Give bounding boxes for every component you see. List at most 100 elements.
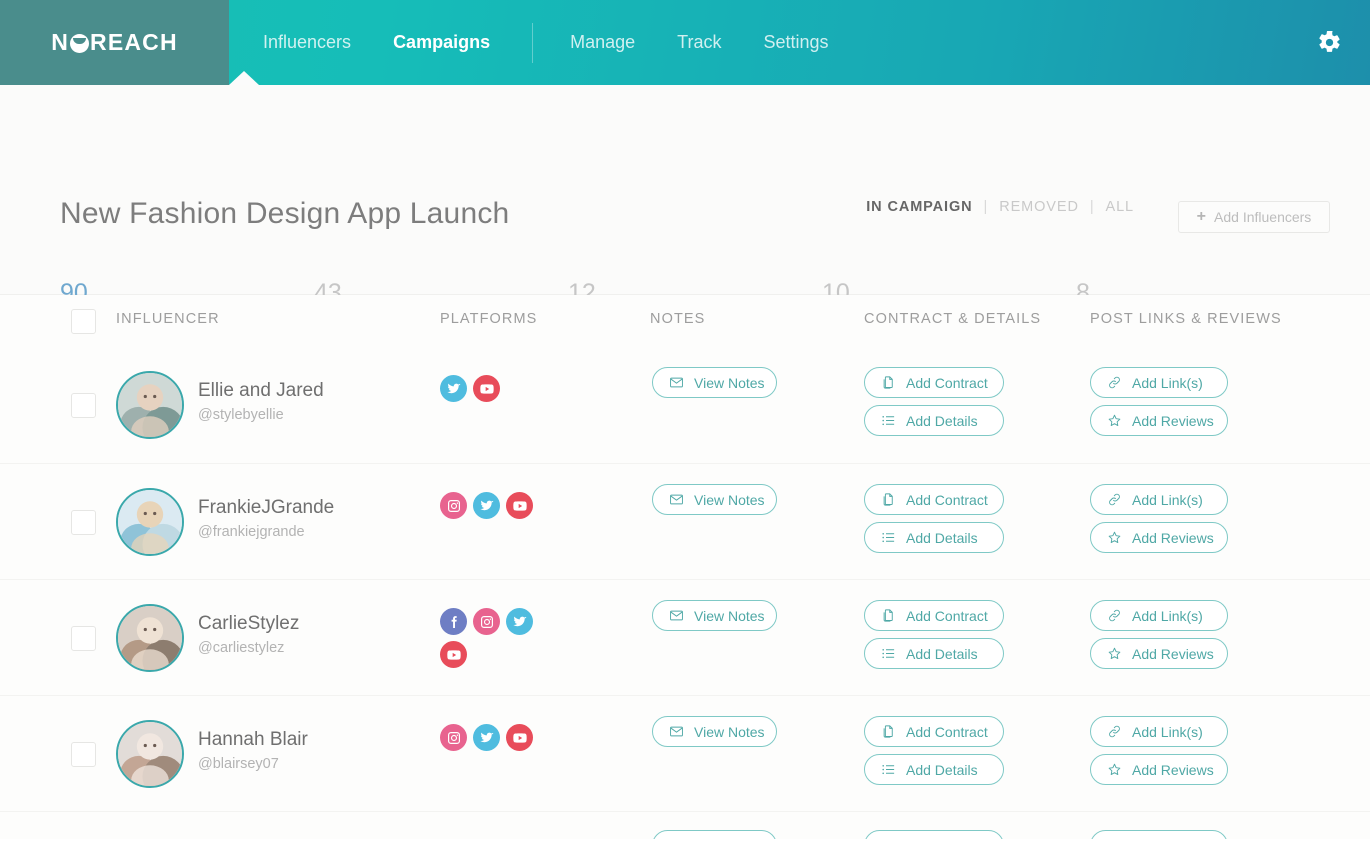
- twitter-icon: [446, 381, 462, 397]
- nav-item-campaigns[interactable]: Campaigns: [393, 32, 490, 53]
- filter-divider-1: |: [984, 199, 989, 215]
- contract-document-icon: [881, 492, 896, 507]
- select-all-checkbox[interactable]: [71, 309, 96, 334]
- add-links-button[interactable]: Add Link(s): [1090, 600, 1228, 631]
- platform-instagram-button[interactable]: [440, 492, 467, 519]
- add-reviews-label: Add Reviews: [1132, 762, 1214, 778]
- logo[interactable]: N REACH: [0, 0, 229, 85]
- top-navigation-bar: N REACH Influencers Campaigns Manage Tra…: [0, 0, 1370, 85]
- platform-youtube-button[interactable]: [440, 641, 467, 668]
- contr-button-partial[interactable]: Add Contract: [864, 830, 1004, 839]
- envelope-icon: [669, 375, 684, 390]
- view-notes-label: View Notes: [694, 375, 765, 391]
- influencer-name: Hannah Blair: [198, 729, 308, 751]
- filter-all[interactable]: ALL: [1106, 199, 1135, 215]
- avatar[interactable]: [116, 604, 184, 672]
- avatar[interactable]: [116, 720, 184, 788]
- influencer-name: FrankieJGrande: [198, 497, 334, 519]
- add-contract-button[interactable]: Add Contract: [864, 600, 1004, 631]
- platform-twitter-button[interactable]: [506, 608, 533, 635]
- add-details-button[interactable]: Add Details: [864, 754, 1004, 785]
- filter-in-campaign[interactable]: IN CAMPAIGN: [866, 199, 972, 215]
- add-details-button[interactable]: Add Details: [864, 405, 1004, 436]
- campaign-filter-tabs: IN CAMPAIGN | REMOVED | ALL: [866, 199, 1134, 215]
- platform-icons: [440, 724, 560, 751]
- view-notes-button[interactable]: View Notes: [652, 600, 777, 631]
- add-contract-label: Add Contract: [906, 375, 988, 391]
- star-icon: [1107, 762, 1122, 777]
- nav-item-settings[interactable]: Settings: [764, 32, 829, 53]
- column-header-contract: CONTRACT & DETAILS: [864, 311, 1041, 327]
- column-header-influencer: INFLUENCER: [116, 311, 220, 327]
- view-notes-button[interactable]: View Notes: [652, 716, 777, 747]
- platform-twitter-button[interactable]: [473, 724, 500, 751]
- star-icon: [1107, 413, 1122, 428]
- add-contract-label: Add Contract: [906, 492, 988, 508]
- plus-icon: +: [1197, 208, 1206, 226]
- add-contract-button[interactable]: Add Contract: [864, 716, 1004, 747]
- table-row-4: Hannah Blair @blairsey07 View Notes Add …: [0, 695, 1370, 811]
- add-reviews-label: Add Reviews: [1132, 530, 1214, 546]
- platform-facebook-button[interactable]: [440, 608, 467, 635]
- table-row-2: FrankieJGrande @frankiejgrande View Note…: [0, 463, 1370, 579]
- add-influencers-button[interactable]: + Add Influencers: [1178, 201, 1330, 233]
- add-reviews-button[interactable]: Add Reviews: [1090, 405, 1228, 436]
- envelope-icon: [669, 724, 684, 739]
- nav-item-track[interactable]: Track: [677, 32, 721, 53]
- avatar[interactable]: [116, 371, 184, 439]
- add-reviews-button[interactable]: Add Reviews: [1090, 754, 1228, 785]
- add-links-button[interactable]: Add Link(s): [1090, 716, 1228, 747]
- platform-icons: [440, 608, 560, 668]
- twitter-icon: [512, 614, 528, 630]
- view-notes-button[interactable]: View Notes: [652, 484, 777, 515]
- view-notes-label: View Notes: [694, 492, 765, 508]
- twitter-icon: [479, 730, 495, 746]
- add-links-label: Add Link(s): [1132, 724, 1203, 740]
- platform-instagram-button[interactable]: [473, 608, 500, 635]
- settings-gear-button[interactable]: [1317, 0, 1370, 85]
- logo-circle-icon: [70, 34, 89, 53]
- nav-item-manage[interactable]: Manage: [570, 32, 635, 53]
- instagram-icon: [446, 498, 462, 514]
- add-reviews-button[interactable]: Add Reviews: [1090, 522, 1228, 553]
- table-row-1: Ellie and Jared @stylebyellie View Notes…: [0, 347, 1370, 463]
- row-select-checkbox[interactable]: [71, 626, 96, 651]
- column-header-platforms: PLATFORMS: [440, 311, 537, 327]
- add-details-button[interactable]: Add Details: [864, 638, 1004, 669]
- add-contract-button[interactable]: Add Contract: [864, 484, 1004, 515]
- row-select-checkbox[interactable]: [71, 742, 96, 767]
- influencer-name: Ellie and Jared: [198, 380, 324, 402]
- link-chain-icon: [1107, 608, 1122, 623]
- filter-removed[interactable]: REMOVED: [999, 199, 1079, 215]
- column-header-notes: NOTES: [650, 311, 705, 327]
- platform-icons: [440, 492, 560, 519]
- add-links-button[interactable]: Add Link(s): [1090, 484, 1228, 515]
- platform-twitter-button[interactable]: [473, 492, 500, 519]
- add-reviews-button[interactable]: Add Reviews: [1090, 638, 1228, 669]
- add-details-button[interactable]: Add Details: [864, 522, 1004, 553]
- platform-youtube-button[interactable]: [473, 375, 500, 402]
- influencer-name: CarlieStylez: [198, 613, 299, 635]
- twitter-icon: [479, 498, 495, 514]
- logo-text-before: N: [51, 29, 69, 56]
- add-influencers-label: Add Influencers: [1214, 209, 1311, 225]
- table-row-3: CarlieStylez @carliestylez View Notes Ad…: [0, 579, 1370, 695]
- contract-document-icon: [881, 608, 896, 623]
- platform-instagram-button[interactable]: [440, 724, 467, 751]
- view-notes-button[interactable]: View Notes: [652, 367, 777, 398]
- add-links-button[interactable]: Add Link(s): [1090, 367, 1228, 398]
- platform-youtube-button[interactable]: [506, 492, 533, 519]
- add-contract-button[interactable]: Add Contract: [864, 367, 1004, 398]
- add-details-label: Add Details: [906, 413, 978, 429]
- row-select-checkbox[interactable]: [71, 510, 96, 535]
- platform-youtube-button[interactable]: [506, 724, 533, 751]
- avatar[interactable]: [116, 488, 184, 556]
- row-select-checkbox[interactable]: [71, 393, 96, 418]
- platform-twitter-button[interactable]: [440, 375, 467, 402]
- youtube-icon: [512, 498, 528, 514]
- notes-button-partial[interactable]: View Notes: [652, 830, 777, 839]
- add-reviews-label: Add Reviews: [1132, 413, 1214, 429]
- nav-item-influencers[interactable]: Influencers: [263, 32, 351, 53]
- page-title: New Fashion Design App Launch: [60, 197, 509, 231]
- links-button-partial[interactable]: Add Link(s): [1090, 830, 1228, 839]
